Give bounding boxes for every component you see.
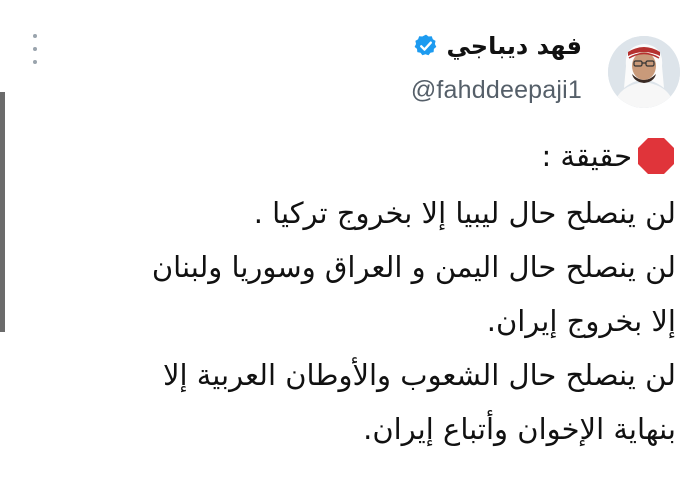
tweet-card: فهد ديباجي @fahddeepaji1 حقيقة: لن ينصل… <box>0 0 700 491</box>
tweet-line: بنهاية الإخوان وأتباع إيران. <box>363 412 676 446</box>
tweet-line: لن ينصلح حال اليمن و العراق وسوريا ولبنا… <box>151 250 676 284</box>
avatar[interactable] <box>608 36 680 108</box>
heading-text: حقيقة : <box>541 139 632 173</box>
name-line: فهد ديباجي <box>411 30 582 62</box>
display-name[interactable]: فهد ديباجي <box>447 30 583 62</box>
avatar-image <box>608 36 680 108</box>
more-dot <box>33 60 37 64</box>
more-dot <box>33 34 37 38</box>
left-edge-divider <box>0 92 5 332</box>
tweet-heading: حقيقة : <box>24 134 676 178</box>
tweet-line: لن ينصلح حال الشعوب والأوطان العربية إلا <box>162 358 676 392</box>
tweet-header: فهد ديباجي @fahddeepaji1 <box>0 22 700 122</box>
tweet-body: حقيقة : لن ينصلح حال ليبيا إلا بخروج ترك… <box>24 134 676 456</box>
author-info[interactable]: فهد ديباجي @fahddeepaji1 <box>411 30 582 105</box>
more-options-button[interactable] <box>26 34 44 64</box>
more-dot <box>33 47 37 51</box>
tweet-line: لن ينصلح حال ليبيا إلا بخروج تركيا . <box>253 196 676 230</box>
stop-sign-icon <box>638 138 674 174</box>
tweet-line: إلا بخروج إيران. <box>486 304 676 338</box>
verified-badge-icon <box>414 34 436 56</box>
user-handle[interactable]: @fahddeepaji1 <box>411 76 582 105</box>
